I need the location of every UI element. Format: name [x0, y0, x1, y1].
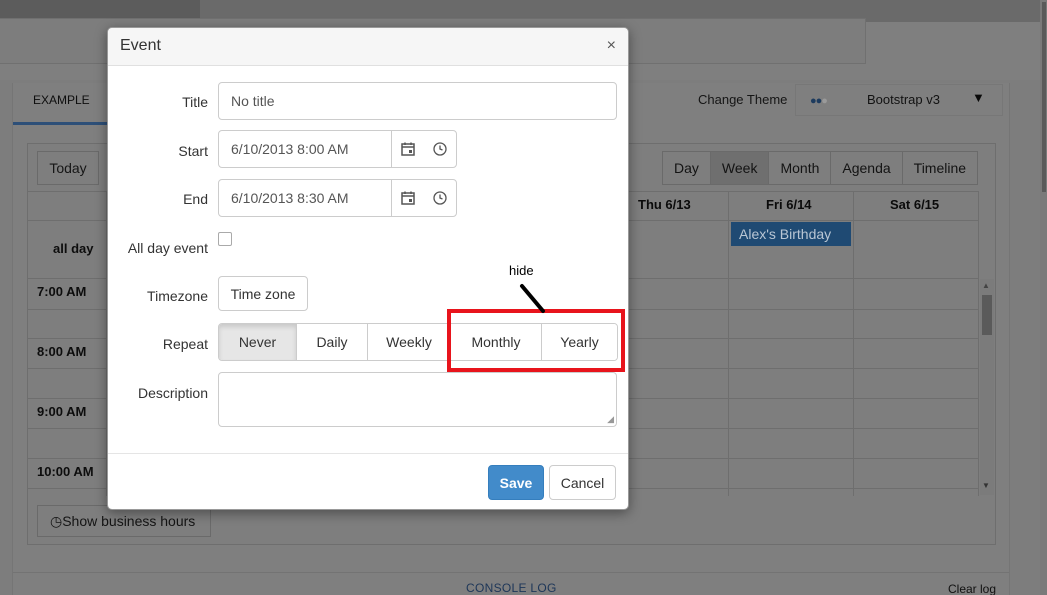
end-label: End: [183, 191, 208, 207]
start-datetime-input[interactable]: 6/10/2013 8:00 AM: [219, 131, 392, 167]
day-header-fri: Fri 6/14: [766, 197, 812, 212]
save-button[interactable]: Save: [488, 465, 544, 500]
title-input[interactable]: No title: [218, 82, 617, 120]
start-label: Start: [178, 143, 208, 159]
start-datetime-picker: 6/10/2013 8:00 AM: [218, 130, 457, 168]
theme-swatch-icon: ●●●: [810, 95, 828, 107]
end-datetime-picker: 6/10/2013 8:30 AM: [218, 179, 457, 217]
page-scrollbar-thumb[interactable]: [1042, 2, 1046, 192]
annotation-label: hide: [509, 263, 534, 278]
tab-example[interactable]: EXAMPLE: [13, 83, 107, 125]
repeat-label: Repeat: [162, 336, 208, 352]
clear-log-link[interactable]: Clear log: [948, 582, 996, 595]
day-header-thu: Thu 6/13: [638, 197, 691, 212]
show-business-hours-label: Show business hours: [62, 513, 196, 529]
all-day-event-label: All day event: [127, 240, 208, 256]
description-textarea[interactable]: ◢: [218, 372, 617, 427]
all-day-checkbox[interactable]: [218, 232, 232, 246]
timezone-label: Timezone: [147, 288, 208, 304]
theme-select[interactable]: ●●● Bootstrap v3 ▼: [795, 84, 1003, 116]
annotation-highlight-box: [447, 309, 625, 372]
view-day-button[interactable]: Day: [663, 152, 710, 184]
scheduler-scrollbar[interactable]: ▲ ▼: [980, 279, 994, 495]
page-scrollbar[interactable]: [1040, 0, 1047, 595]
title-label: Title: [182, 94, 208, 110]
annotation-pointer: [520, 284, 545, 313]
scrollbar-thumb[interactable]: [982, 295, 992, 335]
view-month-button[interactable]: Month: [768, 152, 830, 184]
view-switcher: Day Week Month Agenda Timeline: [662, 151, 979, 185]
day-header-sat: Sat 6/15: [890, 197, 940, 212]
calendar-icon[interactable]: [392, 180, 424, 216]
time-label: 9:00 AM: [37, 404, 87, 419]
theme-select-value: Bootstrap v3: [867, 92, 940, 107]
repeat-never-button[interactable]: Never: [219, 324, 296, 360]
clock-icon: ◷: [50, 513, 63, 529]
event-dialog: Event × Title No title Start 6/10/2013 8…: [107, 27, 629, 510]
grid-divider: [728, 191, 729, 496]
divider: [13, 572, 1009, 573]
cancel-button[interactable]: Cancel: [549, 465, 616, 500]
view-week-button[interactable]: Week: [709, 152, 769, 184]
scroll-up-icon[interactable]: ▲: [982, 281, 990, 290]
resize-grip-icon[interactable]: ◢: [607, 414, 614, 425]
time-label: 10:00 AM: [37, 464, 94, 479]
end-datetime-input[interactable]: 6/10/2013 8:30 AM: [219, 180, 392, 216]
view-timeline-button[interactable]: Timeline: [901, 152, 977, 184]
dialog-header: Event ×: [108, 28, 628, 66]
calendar-icon[interactable]: [392, 131, 424, 167]
close-icon[interactable]: ×: [607, 37, 616, 55]
view-agenda-button[interactable]: Agenda: [830, 152, 901, 184]
dialog-title: Event: [120, 37, 161, 54]
scroll-down-icon[interactable]: ▼: [982, 481, 990, 490]
description-label: Description: [137, 385, 208, 401]
repeat-weekly-button[interactable]: Weekly: [367, 324, 450, 360]
repeat-daily-button[interactable]: Daily: [296, 324, 367, 360]
change-theme-label: Change Theme: [698, 92, 788, 107]
event-alex-birthday[interactable]: Alex's Birthday: [731, 222, 851, 246]
dialog-footer: Save Cancel: [108, 453, 628, 509]
time-label: 7:00 AM: [37, 284, 87, 299]
clock-icon[interactable]: [424, 131, 456, 167]
grid-divider: [978, 191, 979, 496]
timezone-button[interactable]: Time zone: [218, 276, 308, 311]
console-log-heading: CONSOLE LOG: [466, 581, 557, 595]
today-button[interactable]: Today: [37, 151, 99, 185]
all-day-label: all day: [53, 241, 94, 256]
grid-divider: [853, 191, 854, 496]
caret-down-icon: ▼: [972, 90, 985, 105]
clock-icon[interactable]: [424, 180, 456, 216]
time-label: 8:00 AM: [37, 344, 87, 359]
